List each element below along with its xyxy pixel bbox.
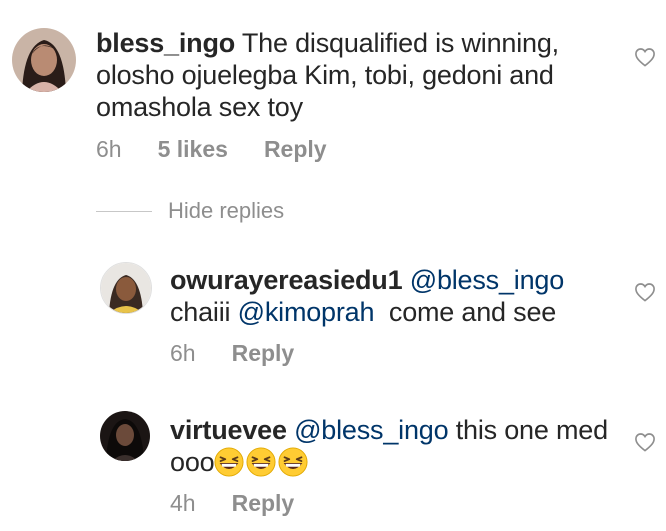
reply-username[interactable]: owurayereasiedu1 [170, 265, 403, 295]
reply-username[interactable]: virtuevee [170, 415, 287, 445]
reply-text: owurayereasiedu1 @bless_ingo chaiii @kim… [170, 264, 610, 328]
heart-outline-icon[interactable] [634, 432, 656, 452]
mention-link[interactable]: @bless_ingo [294, 415, 449, 445]
avatar[interactable] [12, 28, 76, 92]
reply-item: virtuevee @bless_ingo this one med ooo 4… [0, 400, 666, 531]
avatar[interactable] [100, 411, 150, 461]
reply-button[interactable]: Reply [232, 490, 295, 517]
grinning-squinting-face-icon [214, 447, 244, 477]
reply-body: this one med [448, 415, 608, 445]
comment-text: bless_ingo The disqualified is winning, … [96, 27, 596, 123]
avatar[interactable] [100, 262, 152, 314]
heart-outline-icon[interactable] [634, 282, 656, 302]
mention-link[interactable]: @kimoprah [238, 297, 375, 327]
comment-meta: 6h 5 likes Reply [96, 136, 327, 163]
reply-button[interactable]: Reply [232, 340, 295, 367]
profile-photo [12, 28, 76, 92]
hide-replies-label: Hide replies [168, 198, 285, 223]
emoji-group [214, 447, 310, 477]
comment-item: bless_ingo The disqualified is winning, … [0, 0, 666, 180]
comment-likes[interactable]: 5 likes [158, 136, 228, 163]
reply-body-line2: ooo [170, 447, 215, 477]
heart-outline-icon[interactable] [634, 47, 656, 67]
profile-photo [101, 263, 151, 313]
reply-meta: 4h Reply [170, 490, 294, 517]
reply-button[interactable]: Reply [264, 136, 327, 163]
hide-replies-toggle[interactable]: Hide replies [96, 198, 284, 224]
reply-meta: 6h Reply [170, 340, 294, 367]
reply-time: 6h [170, 340, 196, 366]
mention-link[interactable]: @bless_ingo [410, 265, 565, 295]
grinning-squinting-face-icon [278, 447, 308, 477]
divider-line [96, 210, 152, 212]
comment-username[interactable]: bless_ingo [96, 28, 235, 58]
profile-photo [100, 411, 150, 461]
comment-time: 6h [96, 136, 122, 162]
reply-item: owurayereasiedu1 @bless_ingo chaiii @kim… [0, 250, 666, 380]
grinning-squinting-face-icon [246, 447, 276, 477]
reply-time: 4h [170, 490, 196, 516]
reply-body-prefix: chaiii [170, 297, 238, 327]
reply-body-suffix: come and see [374, 297, 557, 327]
reply-text: virtuevee @bless_ingo this one med ooo [170, 414, 620, 478]
